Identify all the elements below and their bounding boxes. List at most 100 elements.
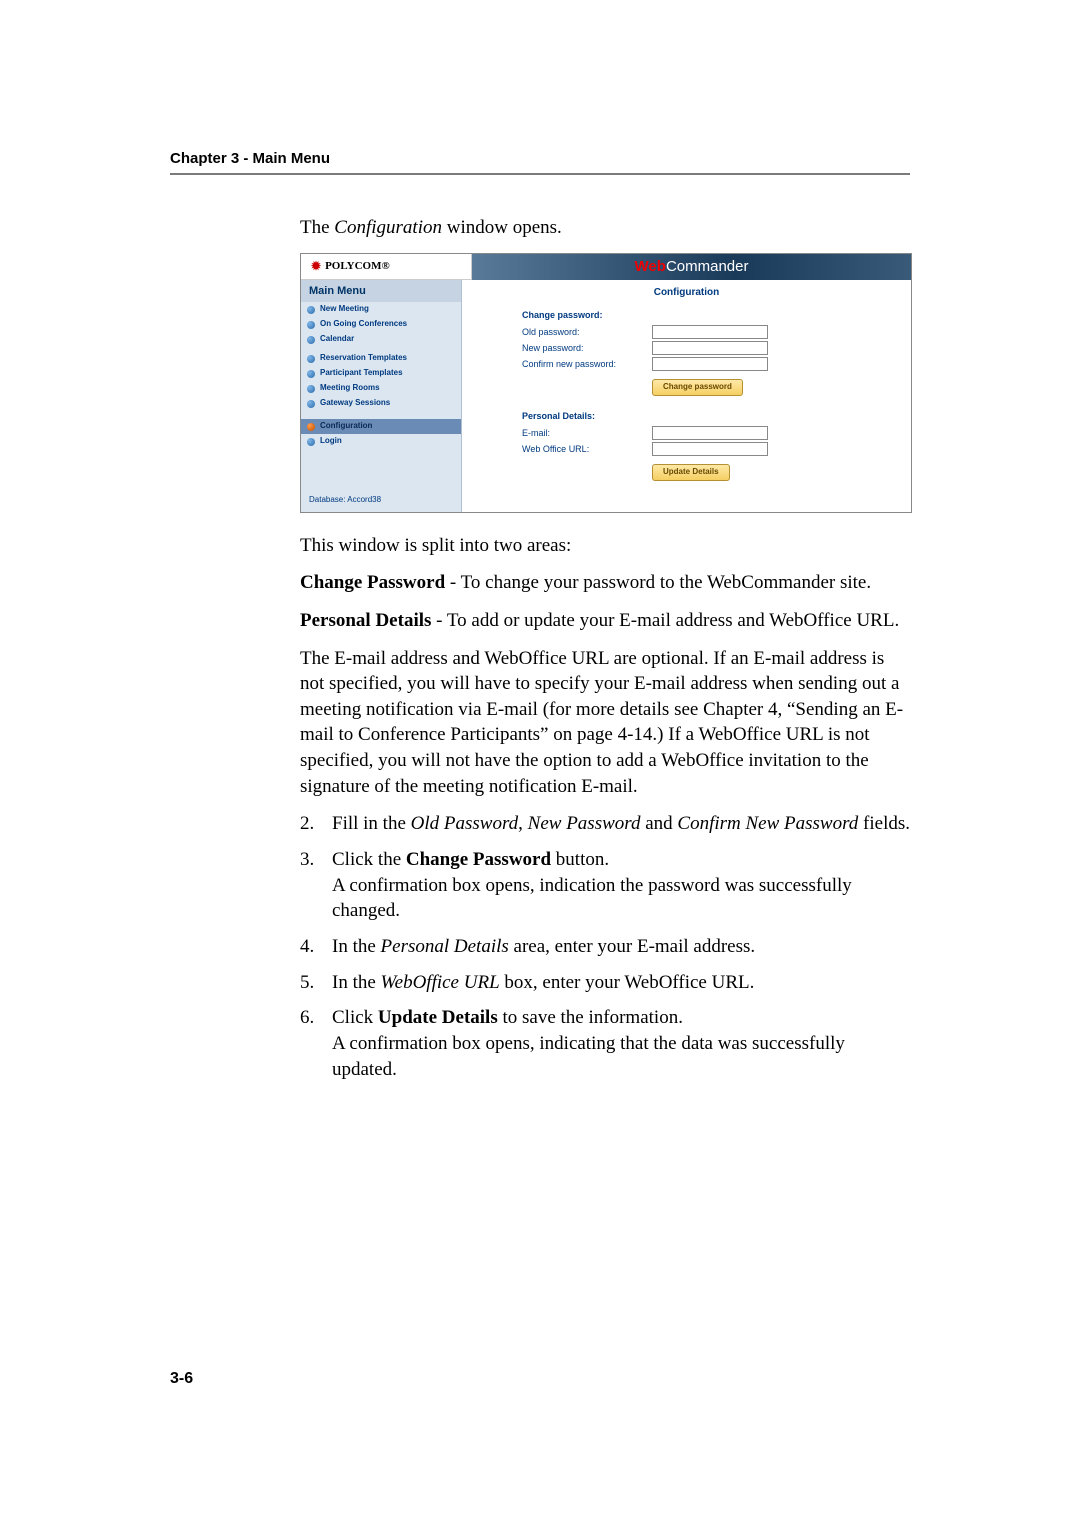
t: area, enter your E-mail address. xyxy=(509,936,755,957)
personal-details-rest: - To add or update your E-mail address a… xyxy=(431,610,899,631)
t: In the xyxy=(332,936,381,957)
document-page: Chapter 3 - Main Menu The Configuration … xyxy=(0,0,1080,1528)
personal-details-heading: Personal Details: xyxy=(522,410,891,422)
confirm-password-field[interactable] xyxy=(652,357,768,371)
sidebar-item-label: Reservation Templates xyxy=(320,354,407,363)
step-5: 5. In the WebOffice URL box, enter your … xyxy=(300,970,910,996)
email-row: E-mail: xyxy=(522,426,891,440)
t: A confirmation box opens, indicating tha… xyxy=(332,1033,845,1080)
email-label: E-mail: xyxy=(522,427,652,439)
step-number: 6. xyxy=(300,1005,332,1082)
webcommander-screenshot: ✹ POLYCOM® WebCommander Main Menu New Me… xyxy=(300,253,912,513)
step-body: Click Update Details to save the informa… xyxy=(332,1005,910,1082)
change-password-bold: Change Password xyxy=(300,572,445,593)
step-4: 4. In the Personal Details area, enter y… xyxy=(300,934,910,960)
new-password-field[interactable] xyxy=(652,341,768,355)
sidebar-item-label: Meeting Rooms xyxy=(320,384,380,393)
sidebar-item-new-meeting[interactable]: New Meeting xyxy=(301,302,461,317)
t: button. xyxy=(551,849,609,870)
content-area: Configuration Change password: Old passw… xyxy=(462,280,911,512)
step-6: 6. Click Update Details to save the info… xyxy=(300,1005,910,1082)
old-password-row: Old password: xyxy=(522,325,891,339)
personal-details-block: Personal Details: E-mail: Web Office URL… xyxy=(462,406,911,491)
sidebar-item-gateway-sessions[interactable]: Gateway Sessions xyxy=(301,396,461,411)
update-details-bold: Update Details xyxy=(378,1007,498,1028)
product-name-prefix: Web xyxy=(635,257,666,277)
step-number: 2. xyxy=(300,811,332,837)
step-body: In the WebOffice URL box, enter your Web… xyxy=(332,970,910,996)
personal-details-italic: Personal Details xyxy=(381,936,509,957)
dot-icon xyxy=(307,385,315,393)
t: A confirmation box opens, indication the… xyxy=(332,875,852,922)
weboffice-field[interactable] xyxy=(652,442,768,456)
brand-text: POLYCOM xyxy=(325,259,381,274)
paragraph-optional-explanation: The E-mail address and WebOffice URL are… xyxy=(300,646,910,800)
app-body: Main Menu New Meeting On Going Conferenc… xyxy=(301,280,911,512)
sidebar-item-configuration[interactable]: Configuration xyxy=(301,419,461,434)
brand-area: ✹ POLYCOM® xyxy=(301,254,472,280)
sidebar-item-ongoing[interactable]: On Going Conferences xyxy=(301,317,461,332)
intro-sentence: The Configuration window opens. xyxy=(300,215,910,241)
update-details-button[interactable]: Update Details xyxy=(652,464,730,481)
t: Click the xyxy=(332,849,406,870)
header-rule xyxy=(170,173,910,175)
dot-icon xyxy=(307,355,315,363)
step-2: 2. Fill in the Old Password, New Passwor… xyxy=(300,811,910,837)
confirm-password-italic: Confirm New Password xyxy=(677,813,858,834)
step-body: Click the Change Password button. A conf… xyxy=(332,847,910,924)
sidebar-item-reservation-templates[interactable]: Reservation Templates xyxy=(301,351,461,366)
sidebar-item-meeting-rooms[interactable]: Meeting Rooms xyxy=(301,381,461,396)
database-label: Database: xyxy=(309,495,345,504)
email-field[interactable] xyxy=(652,426,768,440)
dot-icon xyxy=(307,370,315,378)
sidebar-item-login[interactable]: Login xyxy=(301,434,461,449)
t: box, enter your WebOffice URL. xyxy=(500,972,755,993)
database-value: Accord38 xyxy=(347,495,381,504)
t: Click xyxy=(332,1007,378,1028)
step-body: Fill in the Old Password, New Password a… xyxy=(332,811,910,837)
dot-icon xyxy=(307,336,315,344)
sidebar-title: Main Menu xyxy=(301,280,461,303)
personal-details-bold: Personal Details xyxy=(300,610,431,631)
change-password-block: Change password: Old password: New passw… xyxy=(462,305,911,406)
dot-icon xyxy=(307,306,315,314)
change-password-button-row: Change password xyxy=(522,373,891,396)
app-topbar: ✹ POLYCOM® WebCommander xyxy=(301,254,911,280)
step-body: In the Personal Details area, enter your… xyxy=(332,934,910,960)
old-password-field[interactable] xyxy=(652,325,768,339)
weboffice-row: Web Office URL: xyxy=(522,442,891,456)
new-password-label: New password: xyxy=(522,342,652,354)
sidebar-item-label: New Meeting xyxy=(320,305,369,314)
sidebar-item-label: On Going Conferences xyxy=(320,320,407,329)
sidebar-item-calendar[interactable]: Calendar xyxy=(301,332,461,347)
t: , xyxy=(518,813,528,834)
sidebar-database: Database: Accord38 xyxy=(301,489,461,512)
update-details-button-row: Update Details xyxy=(522,458,891,481)
old-password-italic: Old Password xyxy=(411,813,519,834)
paragraph-split-areas: This window is split into two areas: xyxy=(300,533,910,559)
page-number: 3-6 xyxy=(170,1370,193,1388)
chapter-header: Chapter 3 - Main Menu xyxy=(170,150,910,173)
confirm-password-row: Confirm new password: xyxy=(522,357,891,371)
product-banner: WebCommander xyxy=(472,254,911,280)
sidebar: Main Menu New Meeting On Going Conferenc… xyxy=(301,280,462,512)
sidebar-item-participant-templates[interactable]: Participant Templates xyxy=(301,366,461,381)
intro-post: window opens. xyxy=(442,217,562,238)
dot-icon xyxy=(307,438,315,446)
step-number: 5. xyxy=(300,970,332,996)
change-password-button[interactable]: Change password xyxy=(652,379,743,396)
t: fields. xyxy=(858,813,910,834)
step-3: 3. Click the Change Password button. A c… xyxy=(300,847,910,924)
weboffice-url-italic: WebOffice URL xyxy=(381,972,500,993)
sidebar-item-label: Login xyxy=(320,437,342,446)
body-column: The Configuration window opens. ✹ POLYCO… xyxy=(300,215,910,1082)
t: Fill in the xyxy=(332,813,411,834)
new-password-row: New password: xyxy=(522,341,891,355)
old-password-label: Old password: xyxy=(522,326,652,338)
paragraph-personal-details: Personal Details - To add or update your… xyxy=(300,608,910,634)
sidebar-item-label: Gateway Sessions xyxy=(320,399,390,408)
intro-em: Configuration xyxy=(334,217,442,238)
paragraph-change-password: Change Password - To change your passwor… xyxy=(300,570,910,596)
dot-icon xyxy=(307,400,315,408)
polycom-logo-icon: ✹ xyxy=(311,258,321,274)
